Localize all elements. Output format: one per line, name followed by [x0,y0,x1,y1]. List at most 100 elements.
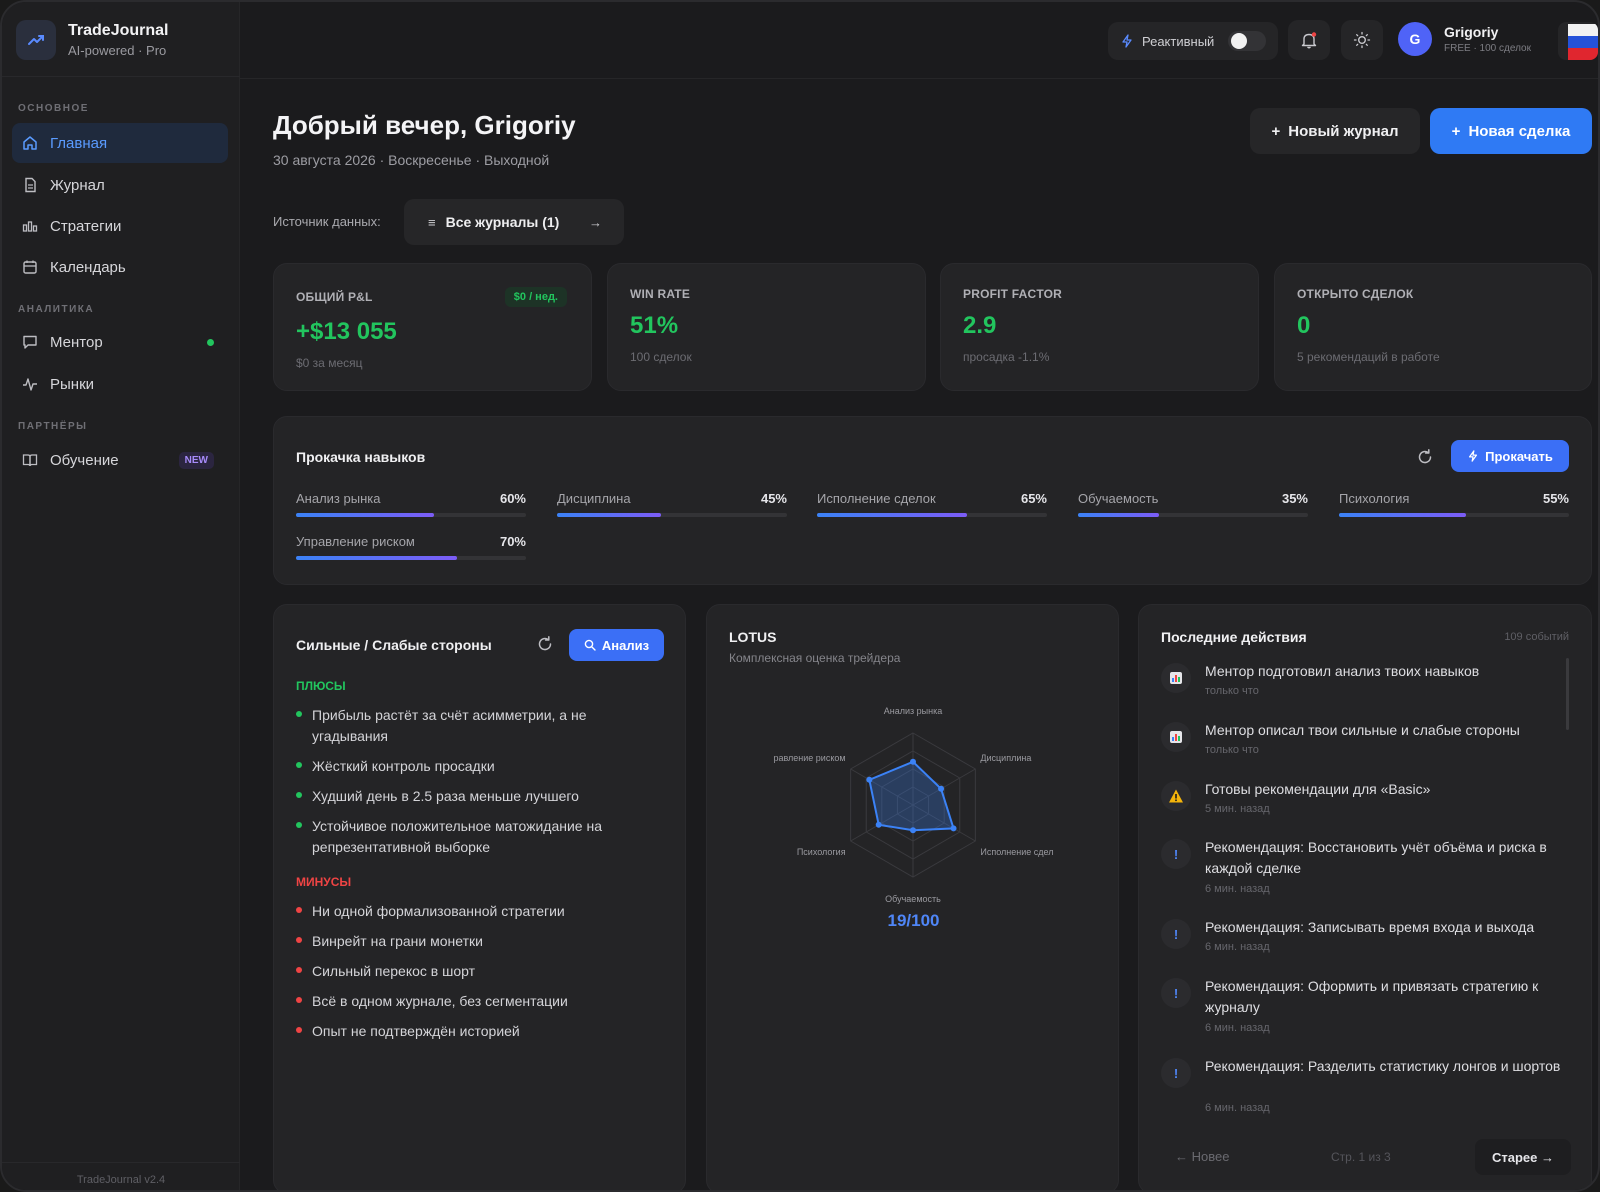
radar-axis-label: Обучаемость [885,894,941,904]
bell-icon [1301,32,1317,49]
language-flag-icon[interactable] [1558,22,1598,60]
lotus-card: LOTUS Комплексная оценка трейдера Анализ… [706,604,1119,1190]
stat-sub: 100 сделок [630,350,692,364]
plus-icon: + [1451,122,1461,140]
warning-icon [1161,781,1191,811]
sidebar-item-label: Календарь [50,258,126,276]
book-icon [22,454,38,467]
sidebar-item-calendar[interactable]: Календарь [12,247,228,287]
sidebar-item-learning[interactable]: Обучение NEW [12,440,228,480]
list-item: Прибыль растёт за счёт асимметрии, а не … [296,705,636,747]
activity-scrollbar[interactable] [1566,658,1569,730]
radar-axis-label: Анализ рынка [884,706,942,716]
stat-label: ОБЩИЙ P&L [296,290,373,304]
sidebar-item-label: Главная [50,134,108,152]
file-icon [25,177,36,193]
refresh-icon[interactable] [536,635,554,653]
list-item: Худший день в 2.5 раза меньше лучшего [296,786,636,807]
brand-subtitle: AI-powered · Pro [68,43,167,58]
radar-point [910,758,916,765]
skill-progress [557,513,661,517]
radar-chart: Анализ рынка Дисциплина Исполнение сдел Обу… [773,706,1053,904]
stat-value: 2.9 [963,312,997,339]
level-up-button[interactable]: Прокачать [1451,440,1569,472]
user-menu[interactable]: G Grigoriy FREE · 100 сделок [1398,22,1531,56]
activity-count: 109 событий [1504,631,1569,643]
brand[interactable]: TradeJournal AI-powered · Pro [16,20,168,60]
list-item: Всё в одном журнале, без сегментации [296,991,636,1012]
notifications-button[interactable] [1288,20,1330,60]
stat-label: WIN RATE [630,287,691,301]
message-icon [23,335,37,349]
pros-heading: ПЛЮСЫ [296,679,346,693]
divider [240,78,1598,79]
next-page-button[interactable]: Старее → [1475,1139,1571,1175]
radar-axis-label: равление риском [773,753,845,763]
lotus-subtitle: Комплексная оценка трейдера [729,651,901,665]
lotus-title: LOTUS [729,629,777,645]
stat-card-profit-factor: PROFIT FACTOR 2.9 просадка -1.1% [940,263,1259,391]
stat-card-pnl: ОБЩИЙ P&L $0 / нед. +$13 055 $0 за месяц [273,263,592,391]
radar-axis-label: Психология [797,847,846,857]
skill-progress [296,556,457,560]
list-icon: ≡ [428,214,436,230]
skills-title: Прокачка навыков [296,449,426,465]
brand-name: TradeJournal [68,22,169,39]
stat-value: +$13 055 [296,318,397,345]
reactive-toggle[interactable]: Реактивный [1108,22,1278,60]
sidebar-item-label: Обучение [50,451,119,469]
info-icon: ! [1161,839,1191,869]
strengths-title: Сильные / Слабые стороны [296,637,492,653]
stat-label: PROFIT FACTOR [963,287,1063,301]
strengths-card: Сильные / Слабые стороны Анализ ПЛЮСЫ Пр… [273,604,686,1190]
toggle-switch[interactable] [1228,31,1266,51]
trend-up-icon [16,20,56,60]
sidebar-item-journal[interactable]: Журнал [12,165,228,205]
sidebar-item-label: Рынки [50,375,95,393]
analyze-button[interactable]: Анализ [569,629,664,661]
page-date: 30 августа 2026 · Воскресенье · Выходной [273,152,550,168]
pulse-icon [23,378,37,391]
radar-point [866,776,873,783]
user-plan: FREE · 100 сделок [1444,43,1531,54]
sidebar-item-strategies[interactable]: Стратегии [12,206,228,246]
divider [2,1162,240,1163]
stat-value: 51% [630,312,679,339]
skill-progress [1339,513,1466,517]
info-icon: ! [1161,1058,1191,1088]
new-journal-button[interactable]: + Новый журнал [1250,108,1420,154]
skills-card: Прокачка навыков Прокачать Анализ рынка … [273,416,1592,585]
radar-series-area [868,760,955,832]
arrow-right-icon: → [589,214,602,230]
app-version: TradeJournal v2.4 [76,1174,166,1186]
sidebar-item-home[interactable]: Главная [12,123,228,163]
chart-emoji-icon [1161,663,1191,693]
sidebar-item-markets[interactable]: Рынки [12,364,228,404]
new-badge: NEW [178,451,214,469]
stat-value: 0 [1297,312,1311,339]
list-item: Винрейт на грани монетки [296,931,636,952]
sidebar-item-mentor[interactable]: Ментор [12,322,228,362]
data-source-label: Источник данных: [273,214,381,229]
sidebar-item-label: Стратегии [50,217,122,235]
lightning-icon [1469,450,1478,462]
chart-bars-icon [22,221,38,232]
home-icon [23,136,37,150]
skill-progress [296,513,434,517]
data-source-select[interactable]: ≡ Все журналы (1) → [404,199,624,245]
cons-heading: МИНУСЫ [296,875,352,889]
refresh-icon[interactable] [1416,448,1434,466]
theme-button[interactable] [1341,20,1383,60]
user-name: Grigoriy [1444,24,1499,40]
status-dot [207,338,214,346]
chart-emoji-icon [1161,722,1191,752]
info-icon: ! [1161,919,1191,949]
reactive-label: Реактивный [1142,33,1215,49]
radar-axis-label: Исполнение сдел [980,847,1053,857]
skill-progress [1078,513,1159,517]
sidebar-item-label: Ментор [50,333,103,351]
radar-point [875,821,882,828]
new-trade-button[interactable]: + Новая сделка [1430,108,1592,154]
prev-page-button[interactable]: ← Новее [1175,1149,1229,1164]
list-item: Опыт не подтверждён историей [296,1021,636,1042]
